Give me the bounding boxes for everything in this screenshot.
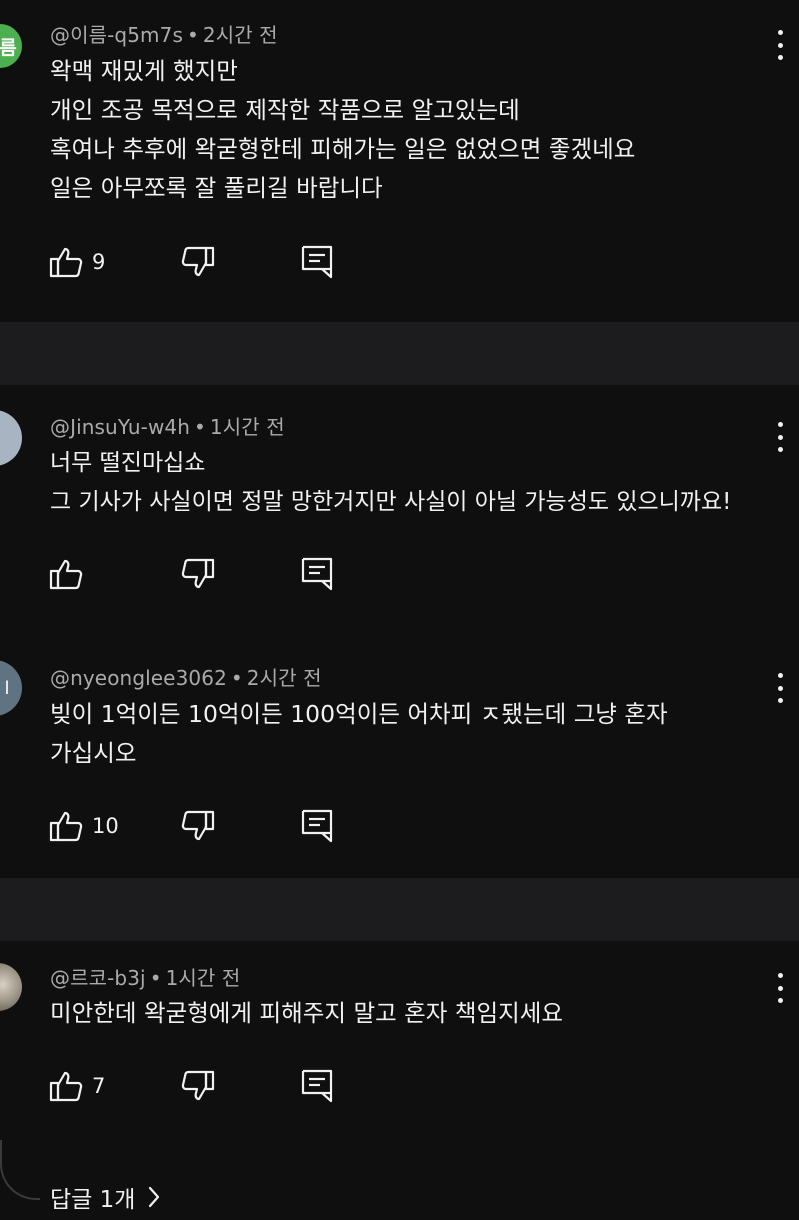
reply-button[interactable]: [300, 806, 334, 846]
comment-time: 2시간 전: [202, 23, 278, 47]
section-divider: [0, 878, 799, 941]
like-count: 10: [92, 814, 119, 838]
like-count: 7: [92, 1074, 106, 1098]
like-button[interactable]: 7: [48, 1066, 105, 1106]
comment-text: 미안한데 왁굳형에게 피해주지 말고 혼자 책임지세요: [50, 999, 563, 1027]
comment-actions: 10: [48, 806, 368, 846]
comment-icon: [301, 557, 333, 591]
comment-meta: @르코-b3j • 1시간 전: [50, 962, 240, 991]
comment-time: 1시간 전: [209, 415, 285, 439]
comment-author[interactable]: @이름-q5m7s: [50, 23, 183, 47]
comment-actions: 7: [48, 1066, 368, 1106]
meta-separator: •: [194, 415, 206, 439]
avatar[interactable]: [0, 410, 22, 466]
avatar-initial: 름: [0, 36, 17, 59]
comment-meta: @이름-q5m7s • 2시간 전: [50, 19, 278, 48]
comment-actions: 9: [48, 242, 368, 282]
thumbs-up-icon: [49, 1071, 83, 1102]
view-replies-button[interactable]: 답글 1개: [50, 1180, 161, 1214]
comment-author[interactable]: @nyeonglee3062: [50, 666, 227, 690]
avatar[interactable]: 름: [0, 24, 22, 68]
dislike-button[interactable]: [180, 1066, 216, 1106]
dislike-button[interactable]: [180, 242, 216, 282]
like-count: 9: [92, 250, 106, 274]
chevron-right-icon: [149, 1186, 160, 1208]
avatar[interactable]: [0, 963, 22, 1011]
comment-card: @JinsuYu-w4h • 1시간 전 너무 떨진마십쇼 그 기사가 사실이면 정…: [0, 385, 799, 878]
meta-separator: •: [230, 666, 243, 690]
thumbs-down-icon: [181, 246, 215, 277]
reply-button[interactable]: [300, 1066, 334, 1106]
dislike-button[interactable]: [180, 806, 216, 846]
thumbs-down-icon: [181, 810, 215, 841]
comment-icon: [301, 245, 333, 279]
thumbs-up-icon: [49, 247, 83, 278]
dislike-button[interactable]: [180, 554, 216, 594]
thumbs-up-icon: [49, 811, 83, 842]
comment-text: 너무 떨진마십쇼 그 기사가 사실이면 정말 망한거지만 사실이 아닐 가능성도…: [50, 450, 732, 515]
reply-button[interactable]: [300, 554, 334, 594]
comment-author[interactable]: @르코-b3j: [50, 966, 146, 990]
replies-label: 답글 1개: [50, 1187, 136, 1213]
section-divider: [0, 322, 799, 385]
comment-icon: [301, 1069, 333, 1103]
comment-card: 름 @이름-q5m7s • 2시간 전 왁맥 재밌게 했지만 개인 조공 목적으로 …: [0, 0, 799, 322]
thumbs-down-icon: [181, 1070, 215, 1101]
comment-meta: @nyeonglee3062 • 2시간 전: [50, 662, 322, 691]
meta-separator: •: [149, 966, 162, 990]
like-button[interactable]: 10: [48, 806, 119, 846]
avatar-initial: l: [4, 677, 10, 699]
thumbs-up-icon: [49, 559, 83, 590]
avatar[interactable]: l: [0, 660, 22, 716]
reply-button[interactable]: [300, 242, 334, 282]
comment-meta: @JinsuYu-w4h • 1시간 전: [50, 411, 285, 440]
like-button[interactable]: 9: [48, 242, 105, 282]
comment-time: 2시간 전: [246, 666, 322, 690]
comment-time: 1시간 전: [165, 966, 241, 990]
comment-text: 왁맥 재밌게 했지만 개인 조공 목적으로 제작한 작품으로 알고있는데 혹여나…: [50, 57, 636, 202]
comment-actions: [48, 554, 368, 594]
thumbs-down-icon: [181, 558, 215, 589]
comment-icon: [301, 809, 333, 843]
comment-text: 빚이 1억이든 10억이든 100억이든 어차피 ㅈ됐는데 그냥 혼자 가십시오: [50, 700, 668, 767]
comment-author[interactable]: @JinsuYu-w4h: [50, 415, 190, 439]
meta-separator: •: [186, 23, 199, 47]
like-button[interactable]: [48, 554, 92, 594]
comment-card: @르코-b3j • 1시간 전 미안한데 왁굳형에게 피해주지 말고 혼자 책임지세…: [0, 941, 799, 1220]
